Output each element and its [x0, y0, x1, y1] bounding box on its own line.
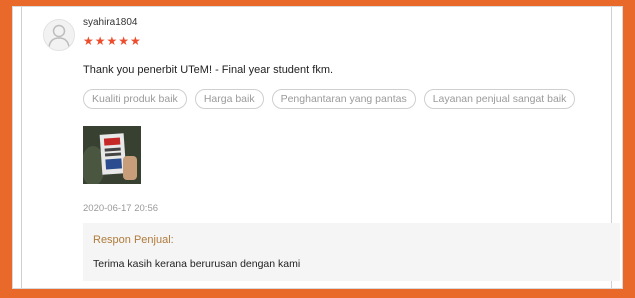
- review-tags: Kualiti produk baik Harga baik Penghanta…: [83, 89, 576, 109]
- review-tag: Layanan penjual sangat baik: [423, 89, 576, 109]
- seller-reply-text: Terima kasih kerana berurusan dengan kam…: [93, 258, 301, 270]
- review-timestamp: 2020-06-17 20:56: [83, 203, 159, 214]
- review-card: syahira1804 ★★★★★ Thank you penerbit UTe…: [12, 6, 623, 289]
- review-comment: Thank you penerbit UTeM! - Final year st…: [83, 64, 334, 76]
- user-avatar-icon[interactable]: [43, 19, 75, 51]
- review-tag: Harga baik: [194, 89, 264, 109]
- review-tag: Kualiti produk baik: [83, 89, 187, 109]
- review-photo-thumbnail[interactable]: [83, 126, 141, 184]
- seller-reply-box: Respon Penjual: Terima kasih kerana beru…: [83, 223, 620, 281]
- reviewer-username: syahira1804: [83, 17, 138, 28]
- seller-reply-title: Respon Penjual:: [93, 234, 174, 246]
- review-tag: Penghantaran yang pantas: [271, 89, 416, 109]
- rating-stars: ★★★★★: [83, 34, 142, 48]
